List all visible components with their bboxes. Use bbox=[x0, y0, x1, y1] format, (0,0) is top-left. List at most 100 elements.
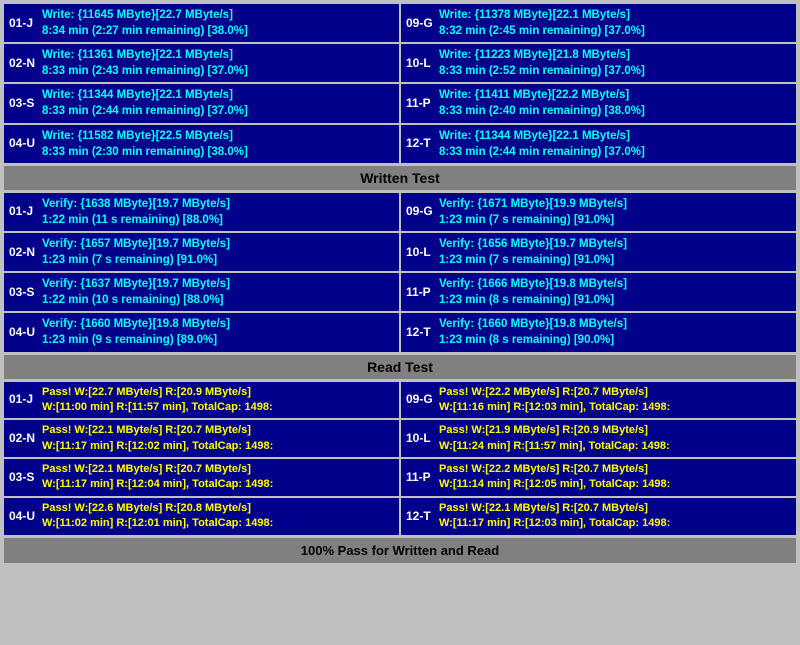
device-cell: 11-P Write: {11411 MByte}[22.2 MByte/s]8:… bbox=[401, 84, 796, 122]
device-id: 09-G bbox=[406, 15, 434, 32]
device-id: 01-J bbox=[9, 15, 37, 32]
device-cell: 02-N Write: {11361 MByte}[22.1 MByte/s]8:… bbox=[4, 44, 399, 82]
cell-line1: Pass! W:[22.1 MByte/s] R:[20.7 MByte/s] bbox=[439, 501, 791, 516]
cell-content: Pass! W:[22.2 MByte/s] R:[20.7 MByte/s]W… bbox=[439, 385, 791, 416]
cell-line1: Write: {11223 MByte}[21.8 MByte/s] bbox=[439, 47, 791, 63]
cell-line1: Write: {11645 MByte}[22.7 MByte/s] bbox=[42, 7, 394, 23]
cell-content: Write: {11378 MByte}[22.1 MByte/s]8:32 m… bbox=[439, 7, 791, 39]
device-id: 09-G bbox=[406, 391, 434, 408]
cell-line1: Verify: {1637 MByte}[19.7 MByte/s] bbox=[42, 276, 394, 292]
read-test-label: Read Test bbox=[4, 355, 796, 379]
cell-content: Verify: {1638 MByte}[19.7 MByte/s]1:22 m… bbox=[42, 196, 394, 228]
cell-line2: W:[11:00 min] R:[11:57 min], TotalCap: 1… bbox=[42, 400, 394, 415]
device-cell: 04-U Verify: {1660 MByte}[19.8 MByte/s]1:… bbox=[4, 313, 399, 351]
device-id: 12-T bbox=[406, 508, 434, 525]
cell-content: Pass! W:[22.6 MByte/s] R:[20.8 MByte/s]W… bbox=[42, 501, 394, 532]
cell-line1: Write: {11344 MByte}[22.1 MByte/s] bbox=[439, 128, 791, 144]
cell-line2: 1:23 min (7 s remaining) [91.0%] bbox=[439, 212, 791, 228]
device-id: 01-J bbox=[9, 391, 37, 408]
cell-line2: W:[11:14 min] R:[12:05 min], TotalCap: 1… bbox=[439, 477, 791, 492]
cell-line1: Verify: {1666 MByte}[19.8 MByte/s] bbox=[439, 276, 791, 292]
cell-line2: 1:22 min (11 s remaining) [88.0%] bbox=[42, 212, 394, 228]
cell-content: Write: {11411 MByte}[22.2 MByte/s]8:33 m… bbox=[439, 87, 791, 119]
device-id: 12-T bbox=[406, 135, 434, 152]
cell-line1: Verify: {1638 MByte}[19.7 MByte/s] bbox=[42, 196, 394, 212]
cell-line1: Pass! W:[22.1 MByte/s] R:[20.7 MByte/s] bbox=[42, 462, 394, 477]
cell-content: Write: {11582 MByte}[22.5 MByte/s]8:33 m… bbox=[42, 128, 394, 160]
cell-line2: 1:23 min (7 s remaining) [91.0%] bbox=[42, 252, 394, 268]
cell-content: Verify: {1656 MByte}[19.7 MByte/s]1:23 m… bbox=[439, 236, 791, 268]
cell-line2: 1:22 min (10 s remaining) [88.0%] bbox=[42, 292, 394, 308]
written-test-label: Written Test bbox=[4, 166, 796, 190]
device-cell: 11-P Verify: {1666 MByte}[19.8 MByte/s]1:… bbox=[401, 273, 796, 311]
cell-line2: 8:32 min (2:45 min remaining) [37.0%] bbox=[439, 23, 791, 39]
device-id: 03-S bbox=[9, 95, 37, 112]
cell-line1: Verify: {1656 MByte}[19.7 MByte/s] bbox=[439, 236, 791, 252]
cell-line1: Pass! W:[21.9 MByte/s] R:[20.9 MByte/s] bbox=[439, 423, 791, 438]
footer-bar: 100% Pass for Written and Read bbox=[4, 538, 796, 563]
cell-line2: W:[11:17 min] R:[12:04 min], TotalCap: 1… bbox=[42, 477, 394, 492]
cell-line1: Verify: {1660 MByte}[19.8 MByte/s] bbox=[42, 316, 394, 332]
device-cell: 02-NPass! W:[22.1 MByte/s] R:[20.7 MByte… bbox=[4, 420, 399, 457]
cell-line1: Write: {11378 MByte}[22.1 MByte/s] bbox=[439, 7, 791, 23]
cell-line2: 8:33 min (2:52 min remaining) [37.0%] bbox=[439, 63, 791, 79]
device-cell: 04-UPass! W:[22.6 MByte/s] R:[20.8 MByte… bbox=[4, 498, 399, 535]
cell-content: Pass! W:[21.9 MByte/s] R:[20.9 MByte/s]W… bbox=[439, 423, 791, 454]
device-cell: 12-T Verify: {1660 MByte}[19.8 MByte/s]1:… bbox=[401, 313, 796, 351]
cell-line2: 1:23 min (9 s remaining) [89.0%] bbox=[42, 332, 394, 348]
cell-line2: 1:23 min (7 s remaining) [91.0%] bbox=[439, 252, 791, 268]
cell-line2: W:[11:16 min] R:[12:03 min], TotalCap: 1… bbox=[439, 400, 791, 415]
cell-line2: W:[11:24 min] R:[11:57 min], TotalCap: 1… bbox=[439, 439, 791, 454]
cell-line2: 8:33 min (2:43 min remaining) [37.0%] bbox=[42, 63, 394, 79]
cell-line2: W:[11:17 min] R:[12:02 min], TotalCap: 1… bbox=[42, 439, 394, 454]
device-cell: 09-G Pass! W:[22.2 MByte/s] R:[20.7 MByte… bbox=[401, 382, 796, 419]
cell-content: Verify: {1666 MByte}[19.8 MByte/s]1:23 m… bbox=[439, 276, 791, 308]
cell-content: Verify: {1657 MByte}[19.7 MByte/s]1:23 m… bbox=[42, 236, 394, 268]
cell-line2: 8:33 min (2:40 min remaining) [38.0%] bbox=[439, 103, 791, 119]
device-id: 10-L bbox=[406, 244, 434, 261]
device-id: 03-S bbox=[9, 469, 37, 486]
cell-line1: Write: {11361 MByte}[22.1 MByte/s] bbox=[42, 47, 394, 63]
device-cell: 03-SVerify: {1637 MByte}[19.7 MByte/s]1:… bbox=[4, 273, 399, 311]
cell-line2: 8:33 min (2:30 min remaining) [38.0%] bbox=[42, 144, 394, 160]
device-cell: 01-J Write: {11645 MByte}[22.7 MByte/s]8:… bbox=[4, 4, 399, 42]
device-id: 04-U bbox=[9, 324, 37, 341]
device-cell: 10-L Verify: {1656 MByte}[19.7 MByte/s]1:… bbox=[401, 233, 796, 271]
cell-line1: Verify: {1657 MByte}[19.7 MByte/s] bbox=[42, 236, 394, 252]
device-id: 09-G bbox=[406, 203, 434, 220]
device-id: 01-J bbox=[9, 203, 37, 220]
cell-content: Pass! W:[22.1 MByte/s] R:[20.7 MByte/s]W… bbox=[439, 501, 791, 532]
device-id: 12-T bbox=[406, 324, 434, 341]
cell-line2: 8:34 min (2:27 min remaining) [38.0%] bbox=[42, 23, 394, 39]
device-id: 10-L bbox=[406, 55, 434, 72]
cell-content: Verify: {1637 MByte}[19.7 MByte/s]1:22 m… bbox=[42, 276, 394, 308]
cell-line1: Pass! W:[22.6 MByte/s] R:[20.8 MByte/s] bbox=[42, 501, 394, 516]
device-id: 10-L bbox=[406, 430, 434, 447]
cell-content: Verify: {1660 MByte}[19.8 MByte/s]1:23 m… bbox=[439, 316, 791, 348]
device-id: 02-N bbox=[9, 430, 37, 447]
cell-line2: 1:23 min (8 s remaining) [91.0%] bbox=[439, 292, 791, 308]
device-cell: 10-L Write: {11223 MByte}[21.8 MByte/s]8:… bbox=[401, 44, 796, 82]
cell-content: Write: {11361 MByte}[22.1 MByte/s]8:33 m… bbox=[42, 47, 394, 79]
device-cell: 12-T Pass! W:[22.1 MByte/s] R:[20.7 MByte… bbox=[401, 498, 796, 535]
cell-content: Pass! W:[22.1 MByte/s] R:[20.7 MByte/s]W… bbox=[42, 462, 394, 493]
device-id: 02-N bbox=[9, 244, 37, 261]
device-cell: 11-PPass! W:[22.2 MByte/s] R:[20.7 MByte… bbox=[401, 459, 796, 496]
cell-line1: Verify: {1671 MByte}[19.9 MByte/s] bbox=[439, 196, 791, 212]
cell-line1: Pass! W:[22.2 MByte/s] R:[20.7 MByte/s] bbox=[439, 462, 791, 477]
device-id: 11-P bbox=[406, 284, 434, 301]
device-id: 11-P bbox=[406, 95, 434, 112]
device-cell: 02-N Verify: {1657 MByte}[19.7 MByte/s]1:… bbox=[4, 233, 399, 271]
device-cell: 03-S Pass! W:[22.1 MByte/s] R:[20.7 MByte… bbox=[4, 459, 399, 496]
cell-content: Write: {11344 MByte}[22.1 MByte/s]8:33 m… bbox=[42, 87, 394, 119]
cell-content: Verify: {1660 MByte}[19.8 MByte/s]1:23 m… bbox=[42, 316, 394, 348]
cell-content: Verify: {1671 MByte}[19.9 MByte/s]1:23 m… bbox=[439, 196, 791, 228]
device-cell: 10-L Pass! W:[21.9 MByte/s] R:[20.9 MByte… bbox=[401, 420, 796, 457]
verify-section: 01-JVerify: {1638 MByte}[19.7 MByte/s]1:… bbox=[4, 193, 796, 352]
device-cell: 04-UWrite: {11582 MByte}[22.5 MByte/s]8:… bbox=[4, 125, 399, 163]
device-cell: 09-G Verify: {1671 MByte}[19.9 MByte/s]1:… bbox=[401, 193, 796, 231]
device-cell: 01-J Pass! W:[22.7 MByte/s] R:[20.9 MByte… bbox=[4, 382, 399, 419]
cell-content: Pass! W:[22.7 MByte/s] R:[20.9 MByte/s]W… bbox=[42, 385, 394, 416]
cell-line1: Write: {11344 MByte}[22.1 MByte/s] bbox=[42, 87, 394, 103]
device-id: 02-N bbox=[9, 55, 37, 72]
